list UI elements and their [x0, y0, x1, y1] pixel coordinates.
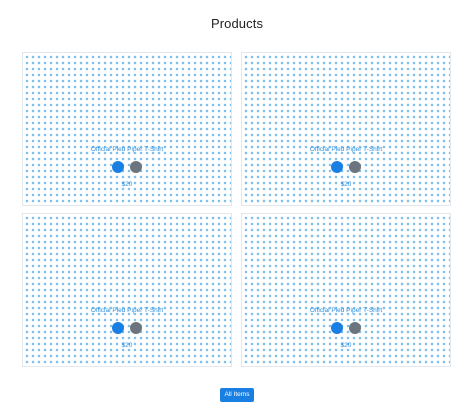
product-card[interactable]: Official Pied Piper T-Shirt $20 — [241, 52, 451, 206]
product-name[interactable]: Official Pied Piper T-Shirt — [23, 307, 231, 314]
color-swatch-gray[interactable] — [130, 161, 142, 173]
color-swatch-gray[interactable] — [130, 322, 142, 334]
color-swatch-blue[interactable] — [331, 322, 343, 334]
all-items-button[interactable]: All Items — [220, 388, 254, 402]
color-swatch-blue[interactable] — [112, 322, 124, 334]
product-card[interactable]: Official Pied Piper T-Shirt $20 — [22, 52, 232, 206]
color-swatches — [23, 322, 231, 336]
product-name[interactable]: Official Pied Piper T-Shirt — [242, 146, 450, 153]
color-swatches — [242, 161, 450, 175]
product-name[interactable]: Official Pied Piper T-Shirt — [23, 146, 231, 153]
product-price: $20 — [121, 181, 133, 188]
product-grid: Official Pied Piper T-Shirt $20 Official… — [22, 52, 454, 368]
color-swatch-gray[interactable] — [349, 161, 361, 173]
product-price: $20 — [121, 342, 133, 349]
product-name[interactable]: Official Pied Piper T-Shirt — [242, 307, 450, 314]
product-price: $20 — [340, 342, 352, 349]
color-swatches — [23, 161, 231, 175]
product-card[interactable]: Official Pied Piper T-Shirt $20 — [22, 213, 232, 367]
products-page: Products Official Pied Piper T-Shirt $20… — [0, 0, 474, 419]
color-swatch-blue[interactable] — [112, 161, 124, 173]
color-swatch-blue[interactable] — [331, 161, 343, 173]
product-card[interactable]: Official Pied Piper T-Shirt $20 — [241, 213, 451, 367]
color-swatches — [242, 322, 450, 336]
product-price: $20 — [340, 181, 352, 188]
color-swatch-gray[interactable] — [349, 322, 361, 334]
page-title: Products — [210, 16, 264, 31]
